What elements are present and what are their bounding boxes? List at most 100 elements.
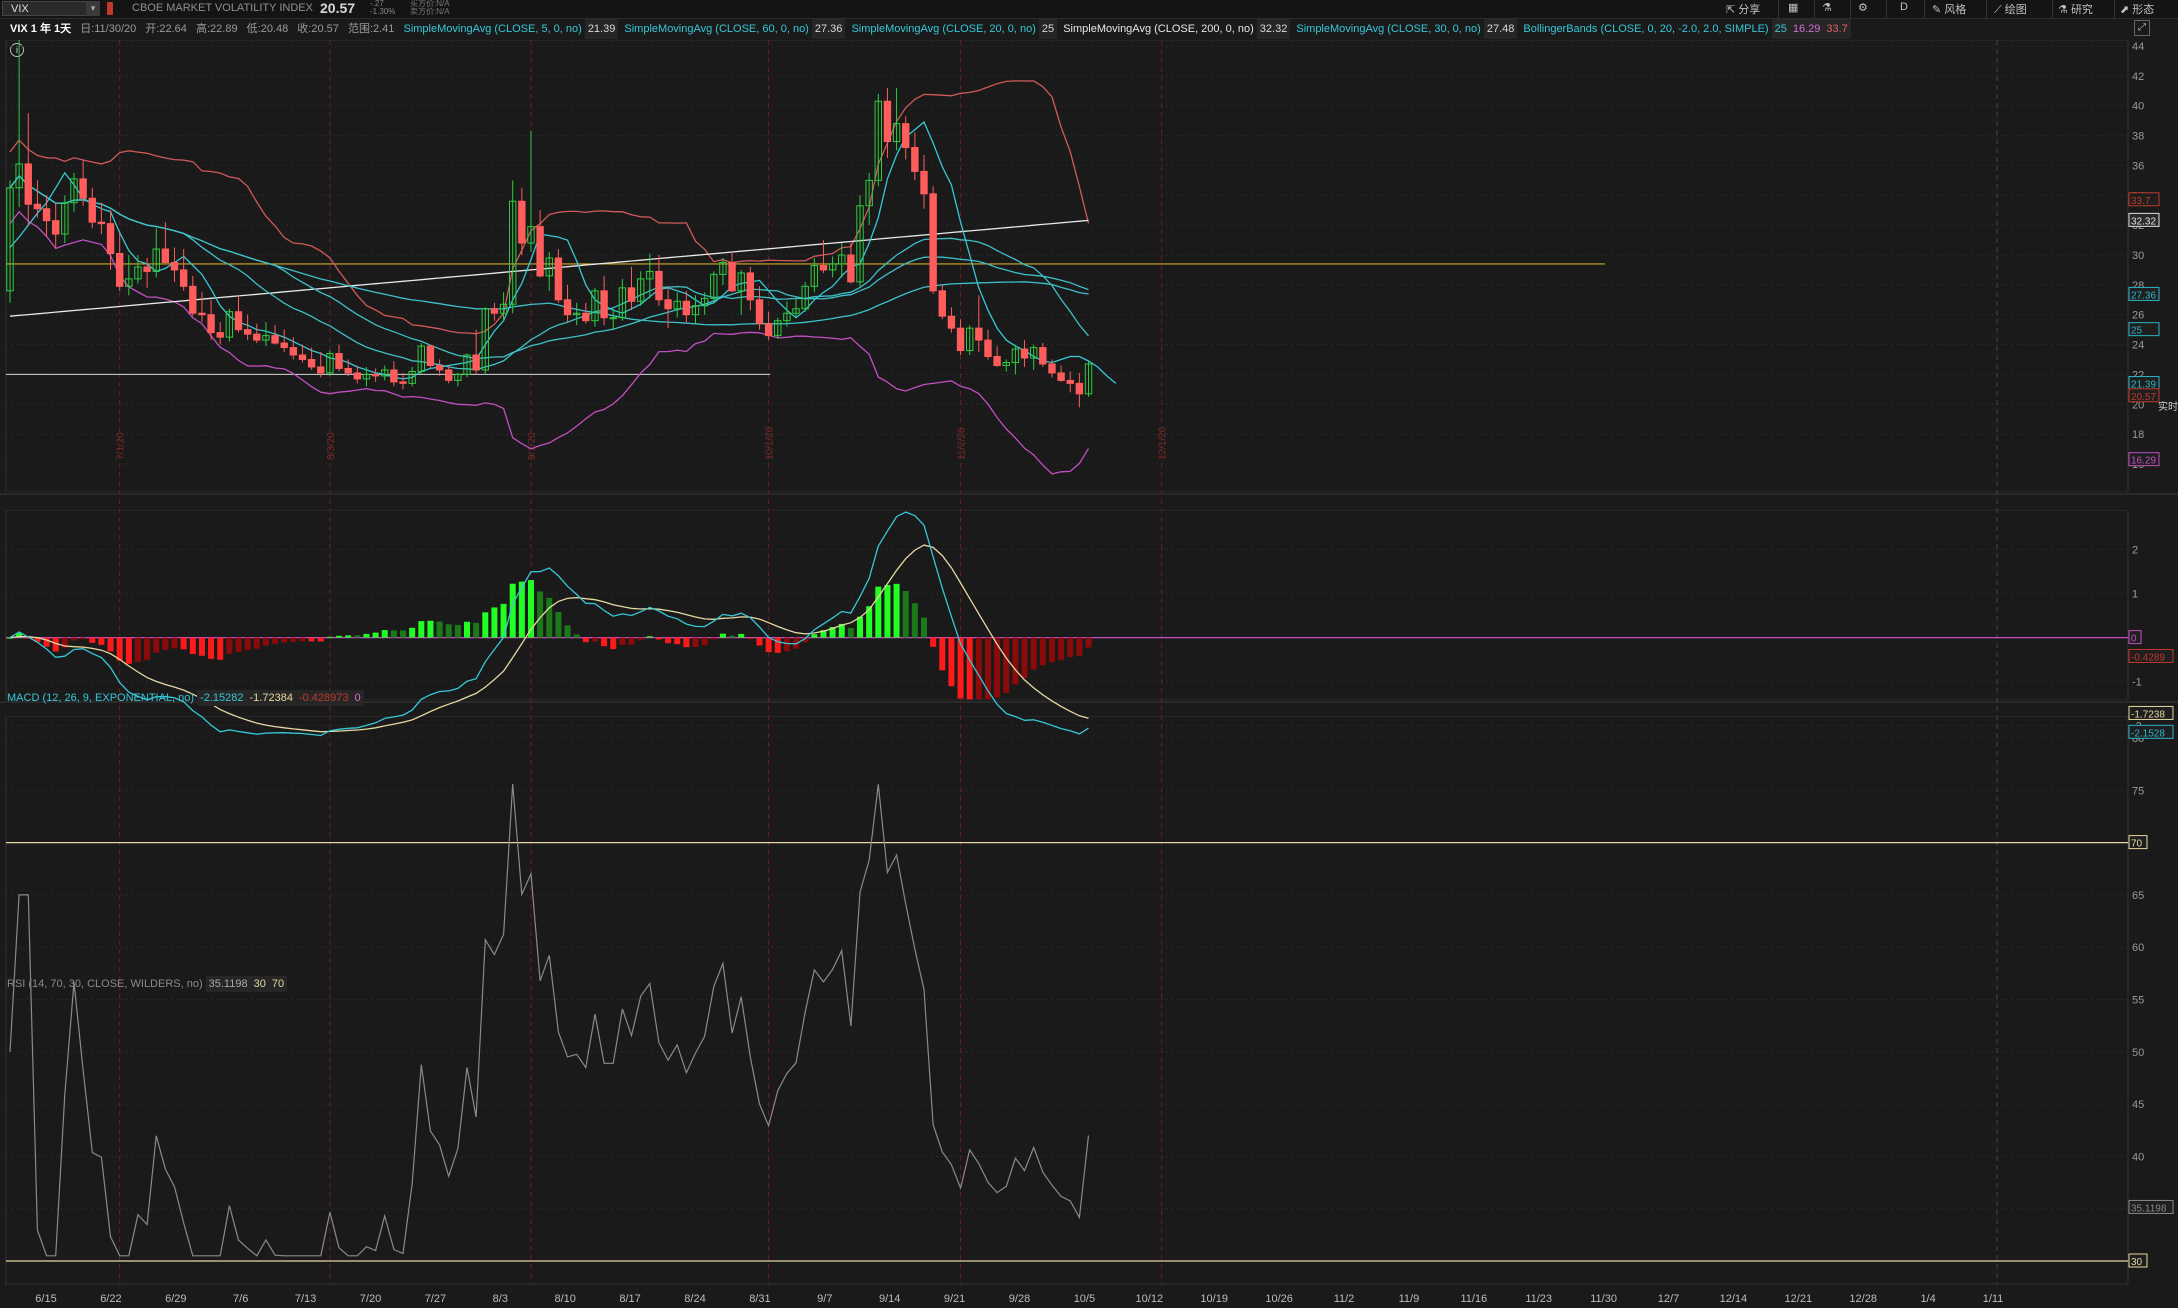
macd-histogram-bar (372, 632, 379, 638)
legend-sma30[interactable]: SimpleMovingAvg (CLOSE, 30, 0, no) (1293, 19, 1483, 39)
rsi-title[interactable]: RSI (14, 70, 30, CLOSE, WILDERS, no) (4, 976, 206, 992)
draw-button[interactable]: ⟋ 绘图 (1994, 1, 2027, 17)
macd-histogram-bar (381, 630, 388, 638)
x-axis-label: 10/19 (1200, 1293, 1228, 1305)
macd-legend: MACD (12, 26, 9, EXPONENTIAL, no) -2.1528… (4, 690, 364, 706)
x-axis-label: 9/21 (944, 1293, 965, 1305)
macd-histogram-bar (235, 637, 242, 652)
legend-sma200-value: 32.32 (1256, 19, 1291, 39)
legend-sma60-value: 27.36 (811, 19, 846, 39)
macd-histogram-bar (208, 637, 215, 659)
x-axis-label: 1/11 (1983, 1293, 2004, 1305)
candle-body (79, 178, 87, 199)
aggregation-button[interactable]: D (1900, 1, 1908, 13)
candle-body (911, 147, 919, 172)
macd-histogram-bar (418, 621, 425, 638)
chart-canvas[interactable]: 444240383634323028262422201816210-1-2807… (0, 40, 2178, 1308)
macd-histogram-bar (427, 620, 434, 638)
macd-histogram-bar (765, 637, 772, 653)
price-badge-label: 20.57 (2131, 392, 2156, 403)
pattern-icon: ⬈ (2120, 4, 2130, 16)
x-axis-label: 12/28 (1849, 1293, 1877, 1305)
gear-icon: ⚙ (1858, 2, 1868, 14)
legend-low: 低:20.48 (246, 23, 289, 35)
flag-icon[interactable] (107, 2, 113, 15)
rsi-tick-label: 75 (2132, 785, 2144, 797)
macd-histogram-bar (253, 637, 260, 649)
macd-histogram-bar (226, 637, 233, 654)
x-axis-label: 9/28 (1009, 1293, 1030, 1305)
share-button[interactable]: ⇱ 分享 (1726, 1, 1760, 17)
candle-body (655, 270, 663, 301)
candle-body (161, 248, 170, 263)
style-button[interactable]: ✎ 风格 (1932, 1, 1966, 17)
x-axis-label: 6/22 (100, 1293, 121, 1305)
x-axis-label: 12/7 (1658, 1293, 1679, 1305)
legend-sma60[interactable]: SimpleMovingAvg (CLOSE, 60, 0, no) (621, 19, 811, 39)
settings-button[interactable]: ⚙ (1858, 1, 1868, 14)
studies-button[interactable]: ⚗ 研究 (2058, 1, 2093, 17)
candle-body (289, 347, 298, 356)
candle-body (390, 369, 398, 383)
macd-title[interactable]: MACD (12, 26, 9, EXPONENTIAL, no) (4, 690, 197, 706)
legend-bb-mid: 25 (1771, 19, 1790, 39)
bid-ask: 买方价:N/A 卖方价:N/A (410, 0, 450, 16)
rsi-tick-label: 65 (2132, 890, 2144, 902)
macd-tick-label: 1 (2132, 589, 2138, 601)
candle-body (106, 223, 115, 255)
chart-symbol-label[interactable]: VIX 1 年 1天 (0, 19, 74, 39)
macd-histogram-bar (345, 635, 352, 638)
macd-histogram-bar (1030, 637, 1037, 670)
legend-high: 高:22.89 (195, 23, 238, 35)
ask-price: 卖方价:N/A (410, 7, 450, 16)
x-axis-label: 12/14 (1720, 1293, 1748, 1305)
macd-histogram-bar (336, 635, 343, 638)
macd-histogram-bar (491, 607, 498, 638)
candle-body (1066, 379, 1074, 384)
macd-badge-label: -2.1528 (2131, 728, 2165, 739)
price-badge-label: 33.7 (2131, 196, 2151, 207)
x-axis-label: 1/4 (1920, 1293, 1935, 1305)
legend-open: 开:22.64 (145, 23, 187, 35)
draw-label: 绘图 (2004, 4, 2027, 16)
grid-button[interactable]: ▦ (1788, 1, 1798, 14)
price-badge-label: 27.36 (2131, 290, 2156, 301)
candle-body (170, 261, 179, 271)
candle-body (426, 345, 435, 366)
macd-histogram-bar (573, 634, 580, 638)
candle-body (682, 300, 691, 316)
x-axis-label: 7/20 (360, 1293, 381, 1305)
macd-histogram-bar (555, 612, 562, 638)
rsi-badge-label: 70 (2131, 839, 2143, 850)
toolbar-divider (2052, 0, 2053, 18)
macd-histogram-bar (1067, 637, 1074, 658)
candle-body (1057, 372, 1065, 381)
macd-avg: -1.72384 (246, 690, 296, 706)
legend-sma200[interactable]: SimpleMovingAvg (CLOSE, 200, 0, no) (1060, 19, 1257, 39)
macd-histogram-bar (409, 627, 416, 638)
macd-histogram-bar (180, 637, 187, 650)
macd-histogram-bar (857, 616, 864, 638)
symbol-dropdown-icon[interactable]: ▾ (86, 1, 100, 16)
flask-button[interactable]: ⚗ (1822, 1, 1832, 14)
patterns-button[interactable]: ⬈ 形态 (2120, 1, 2154, 17)
candle-body (253, 333, 261, 341)
candle-body (207, 314, 215, 334)
macd-histogram-bar (390, 630, 397, 638)
legend-bollinger[interactable]: BollingerBands (CLOSE, 0, 20, -2.0, 2.0,… (1520, 19, 1771, 39)
macd-histogram-bar (518, 581, 525, 638)
candle-body (956, 327, 965, 352)
candle-body (280, 342, 288, 349)
legend-sma5[interactable]: SimpleMovingAvg (CLOSE, 5, 0, no) (400, 19, 584, 39)
candle-body (353, 372, 362, 380)
legend-sma20[interactable]: SimpleMovingAvg (CLOSE, 20, 0, no) (848, 19, 1038, 39)
pct-change: -1.30% (370, 7, 396, 16)
macd-histogram-bar (939, 637, 946, 671)
x-axis-label: 11/23 (1525, 1293, 1552, 1305)
price-tick-label: 42 (2132, 71, 2144, 83)
macd-histogram-bar (975, 637, 982, 700)
x-axis-label: 10/12 (1136, 1293, 1164, 1305)
zoom-icon[interactable]: ⤢ (2134, 20, 2150, 36)
macd-histogram-bar (692, 637, 699, 648)
style-icon: ✎ (1932, 4, 1942, 16)
